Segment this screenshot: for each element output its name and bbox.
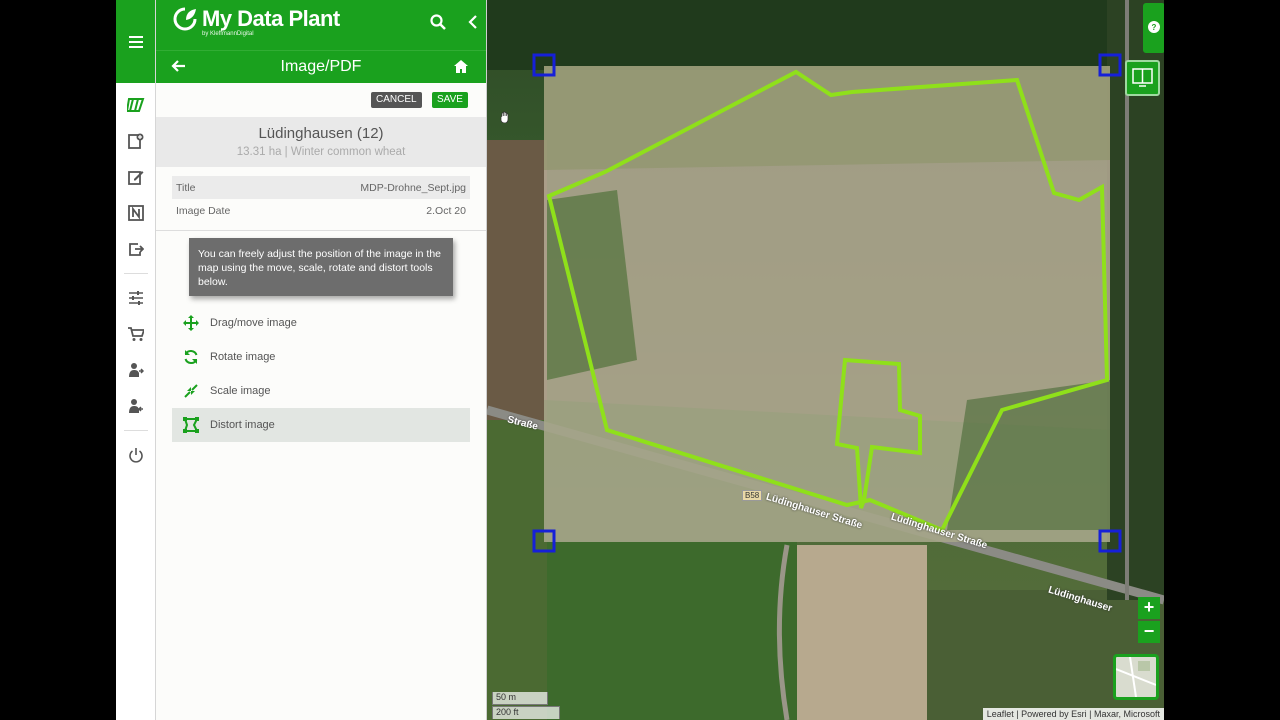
tool-scale[interactable]: Scale image: [172, 374, 470, 408]
hamburger-icon: [128, 35, 143, 48]
export-icon: [129, 243, 144, 256]
rail-divider: [123, 430, 148, 431]
export-nav[interactable]: [116, 231, 156, 267]
letterbox-left: [0, 0, 116, 720]
tool-rotate[interactable]: Rotate image: [172, 340, 470, 374]
cancel-button[interactable]: CANCEL: [371, 92, 422, 108]
logout-nav[interactable]: [116, 437, 156, 473]
rail-divider: [123, 273, 148, 274]
help-tooltip: You can freely adjust the position of th…: [189, 238, 453, 296]
road-shield: B58: [742, 490, 763, 501]
scale-icon: [184, 384, 198, 398]
chevron-left-icon: [468, 15, 477, 29]
svg-text:?: ?: [1152, 23, 1157, 32]
user-share-nav[interactable]: [116, 352, 156, 388]
zoom-out-button[interactable]: −: [1138, 621, 1160, 643]
search-icon: [430, 14, 446, 30]
action-bar: CANCEL SAVE: [156, 83, 486, 117]
page-title: Image/PDF: [280, 58, 362, 75]
scale-imperial: 200 ft: [492, 706, 560, 719]
user-back-icon: [129, 399, 143, 413]
app-name: My Data Plant: [202, 6, 340, 31]
user-import-nav[interactable]: [116, 388, 156, 424]
panel-subheader: Image/PDF: [156, 50, 486, 83]
map-attribution[interactable]: Leaflet | Powered by Esri | Maxar, Micro…: [982, 708, 1164, 720]
satellite-imagery: [487, 0, 1164, 720]
tool-label: Scale image: [210, 385, 271, 397]
info-value: 2.Oct 20: [426, 204, 466, 217]
rotate-icon: [184, 349, 198, 365]
image-info-table: Title MDP-Drohne_Sept.jpg Image Date 2.O…: [172, 176, 470, 222]
user-arrow-icon: [129, 363, 144, 377]
panel-header: My Data Plant by KleffmannDigital: [156, 0, 486, 50]
tool-move[interactable]: Drag/move image: [172, 306, 470, 340]
split-view-button[interactable]: [1125, 60, 1160, 96]
field-meta: 13.31 ha | Winter common wheat: [236, 146, 406, 158]
home-button[interactable]: [453, 59, 469, 79]
info-row-date: Image Date 2.Oct 20: [172, 199, 470, 222]
info-label: Title: [176, 181, 196, 194]
icon-rail: [116, 0, 156, 720]
info-value: MDP-Drohne_Sept.jpg: [360, 181, 466, 194]
map-thumbnail-icon: [1115, 656, 1157, 698]
help-tab[interactable]: ?: [1143, 3, 1164, 53]
add-document-icon: [128, 133, 144, 149]
move-icon: [183, 315, 199, 331]
field-name: Lüdinghausen (12): [258, 125, 384, 142]
app-byline: by KleffmannDigital: [202, 31, 254, 37]
tool-distort[interactable]: Distort image: [172, 408, 470, 442]
info-label: Image Date: [176, 204, 231, 217]
info-row-title: Title MDP-Drohne_Sept.jpg: [172, 176, 470, 199]
sliders-icon: [129, 291, 143, 305]
hand-cursor-icon: [500, 110, 510, 128]
monitor-icon: [1132, 68, 1153, 87]
map-view[interactable]: Straße B58 Lüdinghauser Straße Lüdinghau…: [487, 0, 1164, 720]
overlay-image[interactable]: [544, 66, 1110, 542]
letterbox-right: [1164, 0, 1280, 720]
cart-icon: [128, 327, 144, 341]
zoom-in-button[interactable]: +: [1138, 597, 1160, 619]
image-panel: My Data Plant by KleffmannDigital Image/…: [156, 0, 487, 720]
app-logo[interactable]: My Data Plant: [172, 6, 340, 32]
fields-icon: [127, 98, 145, 112]
edit-nav[interactable]: [116, 159, 156, 195]
nitrogen-icon: [128, 205, 144, 221]
tool-label: Drag/move image: [210, 317, 297, 329]
field-summary: Lüdinghausen (12) 13.31 ha | Winter comm…: [156, 117, 486, 167]
basemap-switcher[interactable]: [1113, 654, 1159, 700]
collapse-panel-button[interactable]: [468, 14, 478, 35]
section-divider: [156, 230, 486, 231]
tool-label: Rotate image: [210, 351, 276, 363]
distort-icon: [183, 417, 199, 433]
search-button[interactable]: [430, 14, 446, 35]
home-icon: [454, 60, 468, 73]
save-button[interactable]: SAVE: [432, 92, 468, 108]
leaf-logo-icon: [173, 7, 197, 31]
edit-icon: [128, 171, 144, 185]
fields-nav[interactable]: [116, 87, 156, 123]
settings-nav[interactable]: [116, 280, 156, 316]
shop-nav[interactable]: [116, 316, 156, 352]
nitrogen-nav[interactable]: [116, 195, 156, 231]
menu-button[interactable]: [116, 0, 155, 83]
power-icon: [129, 448, 143, 463]
tool-label: Distort image: [210, 419, 275, 431]
add-document-nav[interactable]: [116, 123, 156, 159]
scale-metric: 50 m: [492, 692, 548, 705]
help-icon: ?: [1148, 21, 1160, 33]
